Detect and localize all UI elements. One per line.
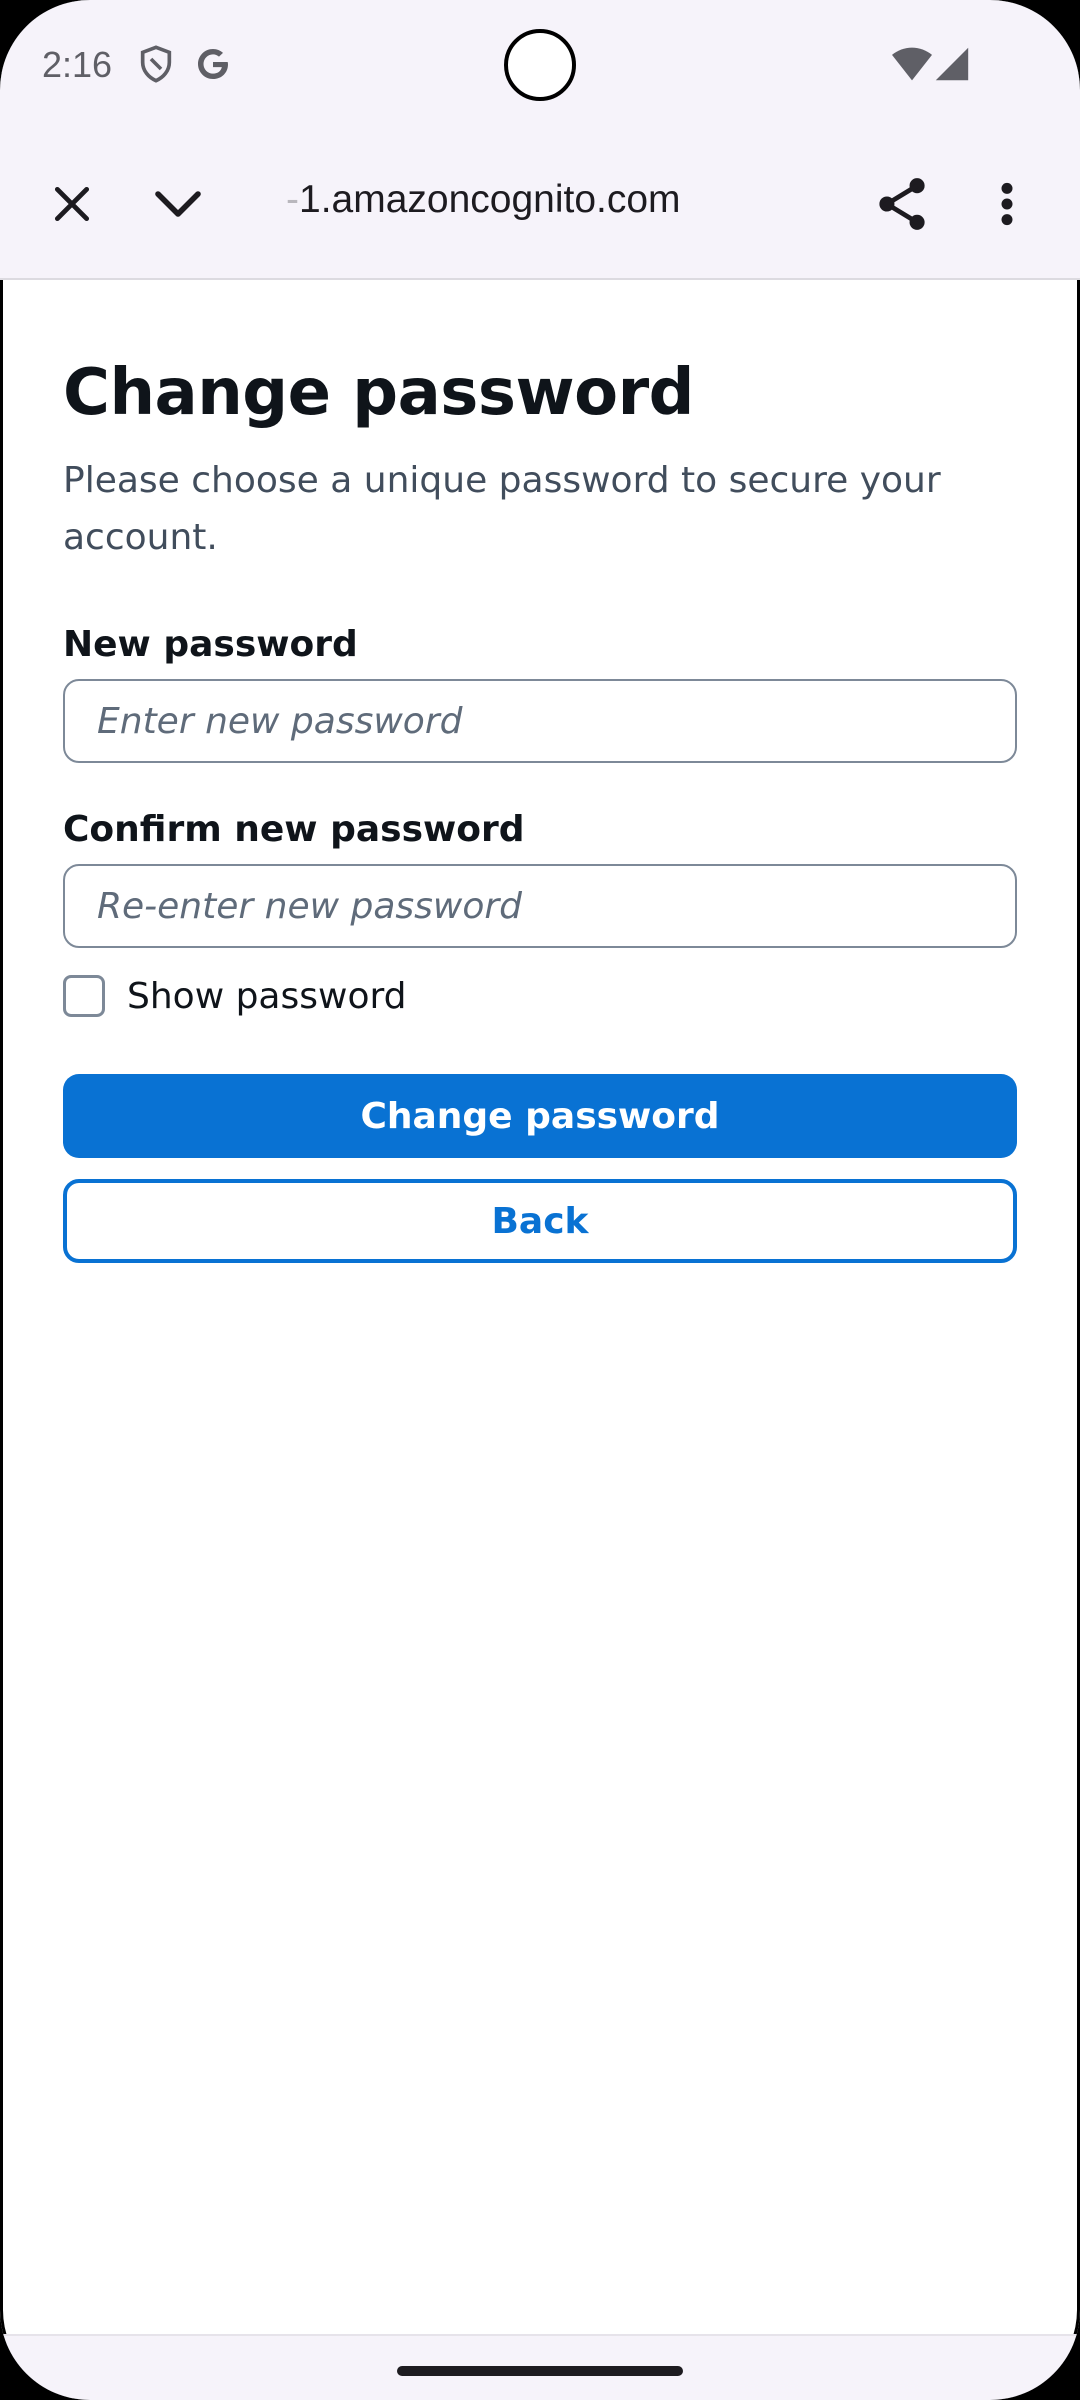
new-password-placeholder: Enter new password xyxy=(97,700,463,742)
show-password-row[interactable]: Show password xyxy=(63,974,1017,1018)
google-icon xyxy=(193,44,233,84)
close-icon xyxy=(50,182,94,231)
confirm-password-input[interactable]: Re-enter new password xyxy=(63,864,1017,948)
home-gesture-handle[interactable] xyxy=(397,2366,683,2376)
new-password-input[interactable]: Enter new password xyxy=(63,679,1017,763)
navigation-bar xyxy=(0,2334,1080,2400)
share-button[interactable] xyxy=(870,174,934,238)
show-password-checkbox[interactable] xyxy=(63,975,105,1017)
status-bar: 2:16 xyxy=(0,0,1080,132)
browser-toolbar: -1.amazoncognito.com xyxy=(0,132,1080,280)
url-prefix: - xyxy=(286,178,299,221)
shield-icon xyxy=(136,44,176,84)
wifi-icon xyxy=(890,44,934,84)
confirm-password-label: Confirm new password xyxy=(63,809,525,850)
confirm-password-placeholder: Re-enter new password xyxy=(97,885,523,927)
change-password-button[interactable]: Change password xyxy=(63,1074,1017,1158)
new-password-label: New password xyxy=(63,624,358,665)
page-title: Change password xyxy=(63,356,694,430)
phone-screen: 2:16 -1.amazoncognito.com Change passwor… xyxy=(0,0,1080,2400)
share-icon xyxy=(876,176,928,237)
minimize-button[interactable] xyxy=(146,174,210,238)
show-password-label[interactable]: Show password xyxy=(127,976,407,1017)
signal-icon xyxy=(934,44,970,84)
back-button[interactable]: Back xyxy=(63,1179,1017,1263)
chevron-down-icon xyxy=(152,182,204,231)
url-domain: 1.amazoncognito.com xyxy=(299,178,681,221)
status-time: 2:16 xyxy=(42,44,113,85)
front-camera xyxy=(504,29,576,101)
more-vert-icon xyxy=(999,182,1015,231)
change-password-form: Change password Please choose a unique p… xyxy=(63,280,1017,1263)
close-tab-button[interactable] xyxy=(40,174,104,238)
page-subtitle: Please choose a unique password to secur… xyxy=(63,460,941,558)
more-options-button[interactable] xyxy=(975,174,1039,238)
url-bar[interactable]: -1.amazoncognito.com xyxy=(286,178,681,222)
